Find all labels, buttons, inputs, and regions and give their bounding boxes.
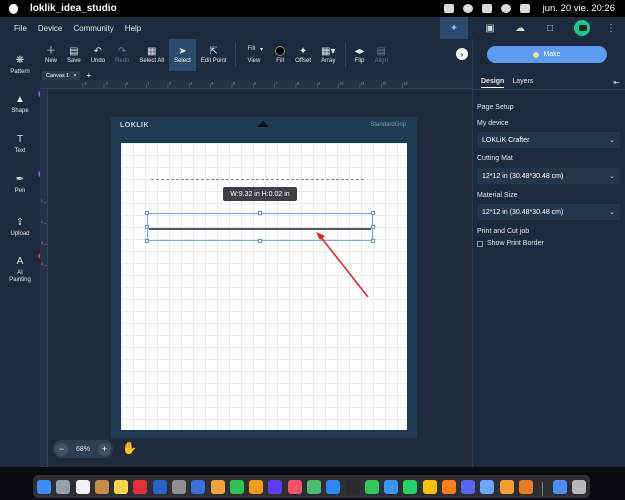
dock-opera-icon[interactable] [133, 479, 148, 494]
dock-launchpad-icon[interactable] [56, 479, 71, 494]
show-print-border-label: Show Print Border [487, 240, 544, 247]
tab-design[interactable]: Design [481, 78, 505, 88]
show-print-border-option[interactable]: Show Print Border [477, 240, 544, 247]
make-label: Make [543, 51, 561, 58]
dock-photoshop-icon[interactable] [152, 479, 167, 494]
cutting-mat-value: 12*12 in (30.48*30.48 cm) [482, 172, 564, 180]
dock [33, 475, 590, 498]
dock-premiere-icon[interactable] [268, 479, 283, 494]
collapse-panel-icon[interactable]: ⇤ [613, 78, 620, 87]
material-size-select[interactable]: 12*12 in (30.48*30.48 cm) ⌄ [477, 204, 620, 220]
dock-discord-icon[interactable] [461, 479, 476, 494]
dock-messages-icon[interactable] [364, 479, 379, 494]
right-panel: Make Design Layers ⇤ Page Setup My devic… [472, 39, 625, 467]
chevron-down-icon: ⌄ [609, 209, 615, 216]
panel-tabs: Design Layers ⇤ [473, 76, 625, 90]
dock-inbox-icon[interactable] [191, 479, 206, 494]
dock-music-icon[interactable] [287, 479, 302, 494]
dock-settings-icon[interactable] [171, 479, 186, 494]
dock-maps-icon[interactable] [306, 479, 321, 494]
dock-blender-icon[interactable] [519, 479, 534, 494]
dock-notes-icon[interactable] [114, 479, 129, 494]
dock-calendar-icon[interactable] [75, 479, 90, 494]
material-size-value: 12*12 in (30.48*30.48 cm) [482, 208, 564, 216]
dock-finder-icon[interactable] [37, 479, 51, 494]
cutting-mat-select[interactable]: 12*12 in (30.48*30.48 cm) ⌄ [477, 168, 620, 184]
make-button[interactable]: Make [487, 46, 607, 63]
print-cut-label: Print and Cut job [477, 228, 530, 235]
tab-layers[interactable]: Layers [512, 78, 533, 87]
device-select-value: LOKLiK Crafter [482, 136, 530, 144]
dock-pages-icon[interactable] [210, 479, 225, 494]
cutting-mat-label: Cutting Mat [477, 155, 513, 162]
dock-divider [542, 481, 544, 496]
device-select[interactable]: LOKLiK Crafter ⌄ [477, 132, 620, 148]
chevron-down-icon: ⌄ [609, 173, 615, 180]
zoom-out-button[interactable]: − [55, 442, 68, 456]
make-icon [533, 51, 540, 58]
dock-kindle-icon[interactable] [499, 479, 514, 494]
checkbox[interactable] [477, 240, 483, 247]
zoom-control: − 68% + [53, 440, 113, 458]
dock-preview-icon[interactable] [480, 479, 495, 494]
dock-safari-icon[interactable] [384, 479, 399, 494]
zoom-in-button[interactable]: + [97, 442, 111, 456]
my-device-label: My device [477, 120, 509, 127]
zoom-percent: 68% [75, 445, 90, 453]
hand-icon[interactable]: ✋ [122, 441, 137, 455]
dock-whatsapp-icon[interactable] [403, 479, 418, 494]
dock-trash-icon[interactable] [571, 479, 586, 494]
dock-app-store-icon[interactable] [326, 479, 341, 494]
page-setup-heading: Page Setup [477, 104, 514, 111]
material-size-label: Material Size [477, 192, 518, 199]
dock-firefox-icon[interactable] [441, 479, 456, 494]
dock-contacts-icon[interactable] [94, 479, 109, 494]
dock-terminal-icon[interactable] [345, 479, 360, 494]
dock-downloads-icon[interactable] [552, 479, 567, 494]
chevron-down-icon: ⌄ [609, 137, 615, 144]
dock-illustrator-icon[interactable] [249, 479, 264, 494]
screen: loklik_idea_studio jun. 20 vie. 20:26 Fi… [0, 0, 625, 500]
dock-facetime-icon[interactable] [229, 479, 244, 494]
dock-chrome-icon[interactable] [422, 479, 437, 494]
